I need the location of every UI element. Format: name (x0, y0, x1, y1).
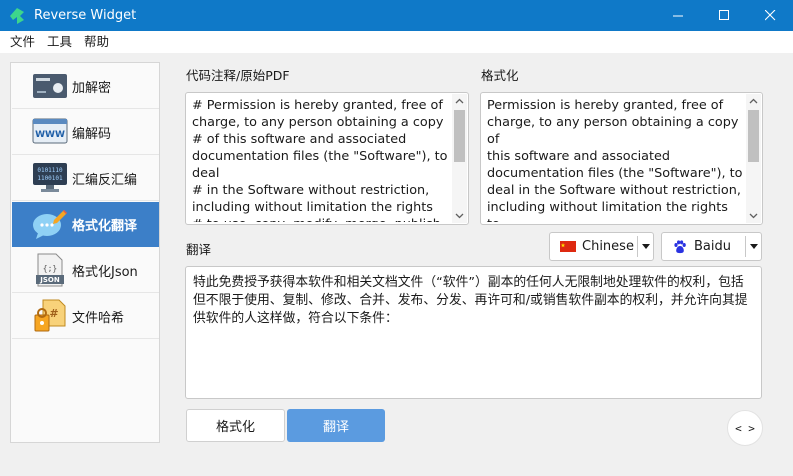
source-textarea[interactable]: # Permission is hereby granted, free of … (185, 92, 469, 225)
scroll-down-icon[interactable] (452, 209, 467, 223)
www-icon: WWW (30, 114, 70, 150)
minimize-button[interactable] (655, 0, 701, 31)
sidebar-item-assembly[interactable]: 0101110 1100101 汇编反汇编 (12, 156, 159, 201)
svg-text:JSON: JSON (39, 276, 60, 284)
close-icon (764, 10, 775, 21)
source-scrollbar[interactable] (452, 94, 467, 223)
menu-file[interactable]: 文件 (4, 31, 41, 53)
scroll-up-icon[interactable] (746, 94, 761, 108)
chevron-down-icon (637, 236, 653, 257)
translation-text: 特此免费授予获得本软件和相关文档文件（“软件”）副本的任何人无限制地处理软件的权… (193, 275, 748, 326)
formatted-scrollbar[interactable] (746, 94, 761, 223)
hash-file-icon: # (30, 298, 70, 334)
app-logo-icon (9, 7, 25, 24)
minimize-icon (672, 15, 683, 17)
svg-text:1100101: 1100101 (37, 175, 63, 182)
close-button[interactable] (747, 0, 793, 31)
china-flag-icon (560, 241, 576, 252)
translate-button[interactable]: 翻译 (287, 409, 385, 442)
sidebar: 加解密 WWW 编解码 0101110 1100101 汇编反汇编 格式化翻译 {… (10, 62, 160, 443)
sidebar-item-format-json[interactable]: {;} JSON 格式化Json (12, 248, 159, 293)
svg-text:{;}: {;} (43, 264, 57, 273)
svg-text:#: # (49, 307, 58, 320)
sidebar-item-format-translate[interactable]: 格式化翻译 (12, 202, 159, 247)
json-file-icon: {;} JSON (30, 252, 70, 288)
scroll-up-icon[interactable] (452, 94, 467, 108)
format-button[interactable]: 格式化 (186, 409, 285, 442)
engine-value: Baidu (694, 239, 731, 254)
svg-text:0101110: 0101110 (37, 167, 63, 174)
language-value: Chinese (582, 239, 634, 254)
sidebar-item-codec[interactable]: WWW 编解码 (12, 110, 159, 155)
formatted-label: 格式化 (481, 68, 519, 83)
sidebar-item-label: 格式化Json (72, 264, 138, 280)
formatted-scroll-thumb[interactable] (748, 110, 759, 162)
sidebar-item-label: 格式化翻译 (72, 218, 138, 234)
formatted-textarea[interactable]: Permission is hereby granted, free of ch… (480, 92, 763, 225)
chat-pencil-icon (30, 206, 70, 242)
source-scroll-thumb[interactable] (454, 110, 465, 162)
title-bar: Reverse Widget (0, 0, 793, 31)
main-content: 加解密 WWW 编解码 0101110 1100101 汇编反汇编 格式化翻译 {… (0, 53, 793, 476)
source-label: 代码注释/原始PDF (186, 68, 290, 83)
baidu-paw-icon (673, 239, 687, 254)
encryption-card-icon (30, 68, 70, 104)
sidebar-item-label: 加解密 (72, 80, 112, 96)
language-select[interactable]: Chinese (549, 232, 654, 261)
menu-tools[interactable]: 工具 (41, 31, 78, 53)
chevron-down-icon (745, 236, 761, 257)
window-title: Reverse Widget (34, 8, 137, 23)
sidebar-item-label: 文件哈希 (72, 310, 125, 326)
binary-monitor-icon: 0101110 1100101 (30, 160, 70, 196)
sidebar-item-file-hash[interactable]: # 文件哈希 (12, 294, 159, 339)
menu-help[interactable]: 帮助 (78, 31, 115, 53)
translation-textarea[interactable]: 特此免费授予获得本软件和相关文档文件（“软件”）副本的任何人无限制地处理软件的权… (185, 266, 762, 399)
maximize-button[interactable] (701, 0, 747, 31)
sidebar-item-label: 汇编反汇编 (72, 172, 138, 188)
source-text: # Permission is hereby granted, free of … (192, 98, 448, 222)
formatted-text: Permission is hereby granted, free of ch… (487, 98, 743, 222)
svg-text:WWW: WWW (35, 130, 65, 140)
maximize-icon (718, 10, 729, 20)
translation-label: 翻译 (186, 242, 212, 257)
engine-select[interactable]: Baidu (661, 232, 762, 261)
sidebar-item-encryption[interactable]: 加解密 (12, 64, 159, 109)
swap-button[interactable]: < > (727, 410, 763, 446)
sidebar-item-label: 编解码 (72, 126, 112, 142)
scroll-down-icon[interactable] (746, 209, 761, 223)
menu-bar: 文件 工具 帮助 (0, 31, 793, 53)
